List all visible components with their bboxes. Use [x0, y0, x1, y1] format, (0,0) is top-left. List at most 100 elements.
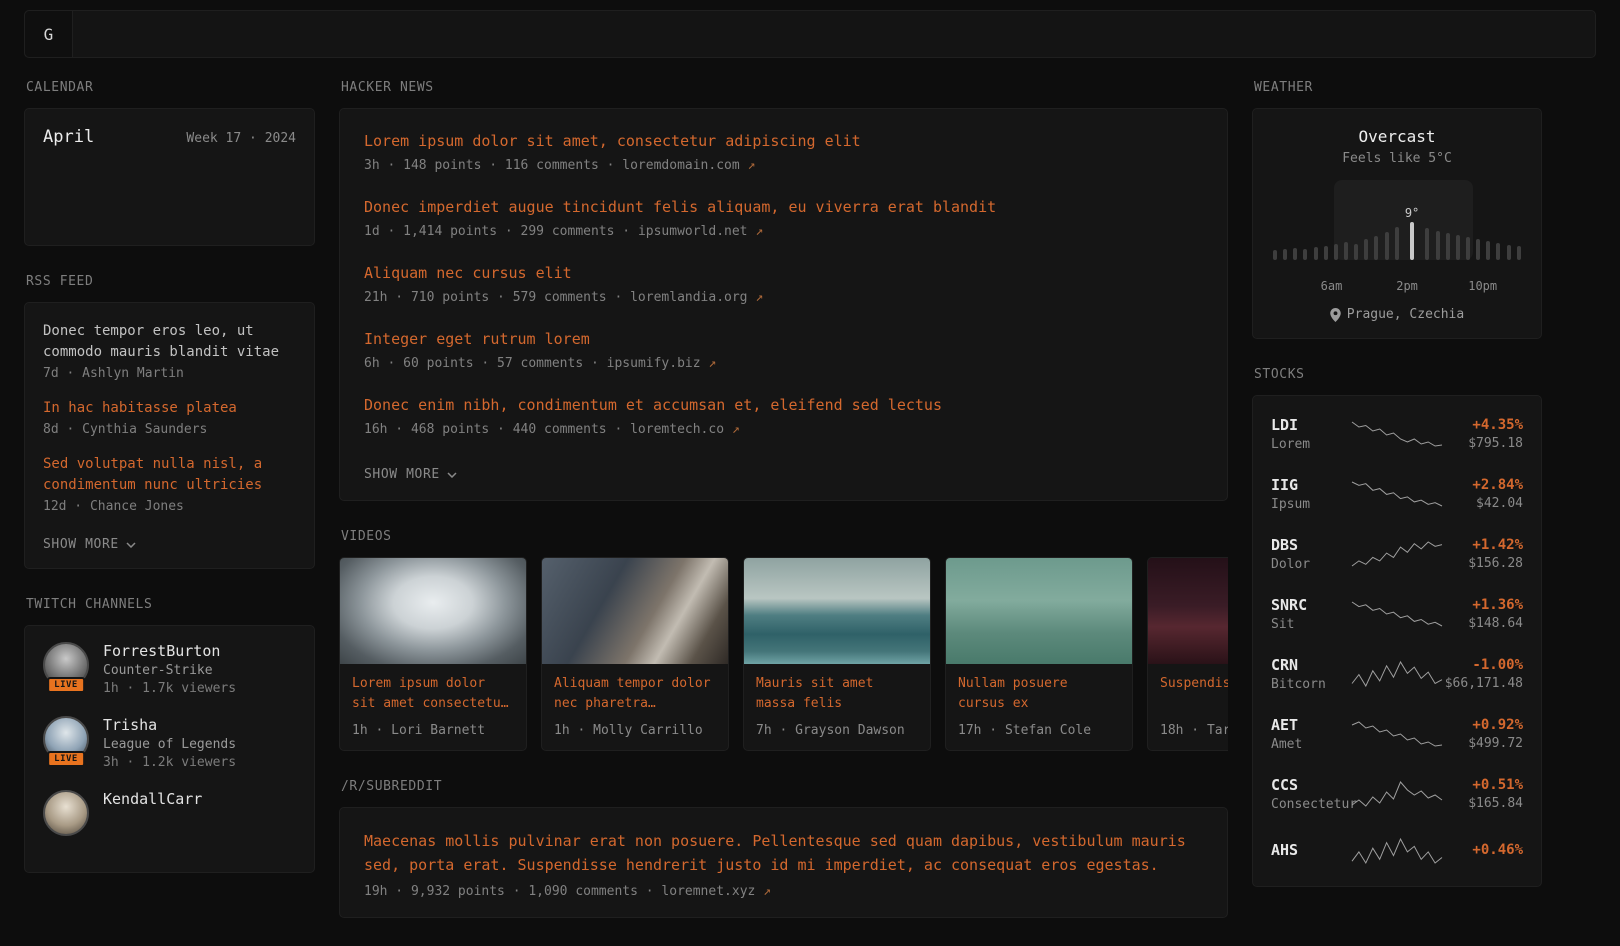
weekday-label	[115, 163, 151, 175]
video-thumbnail[interactable]	[744, 558, 930, 664]
stock-sparkline	[1349, 479, 1445, 509]
hackernews-item-title[interactable]: Donec imperdiet augue tincidunt felis al…	[364, 197, 1203, 218]
section-title-hackernews: HACKER NEWS	[341, 80, 1228, 95]
video-card[interactable]: Nullam posuere cursus ex 17h · Stefan Co…	[945, 557, 1133, 751]
weather-hour-bar	[1456, 219, 1460, 260]
rss-item-title[interactable]: Sed volutpat nulla nisl, a condimentum n…	[43, 454, 296, 496]
stock-sparkline	[1349, 599, 1445, 629]
calendar-day	[227, 175, 257, 189]
hackernews-item-meta: 3h · 148 points · 116 comments · loremdo…	[364, 158, 1203, 173]
calendar-day	[154, 215, 184, 229]
hackernews-item: Donec enim nibh, condimentum et accumsan…	[364, 395, 1203, 437]
video-title[interactable]: Lorem ipsum dolor sit amet consectetu…	[352, 674, 514, 714]
stock-price: $66,171.48	[1445, 676, 1523, 691]
right-column: WEATHER Overcast Feels like 5°C	[1252, 80, 1542, 915]
stock-symbol: CRN	[1271, 656, 1349, 674]
stock-change: +1.36%	[1445, 597, 1523, 613]
hackernews-item-source[interactable]: loremtech.co	[630, 422, 724, 437]
nav-tab[interactable]	[123, 11, 127, 57]
twitch-channel-row[interactable]: LIVE Trisha League of Legends 3h · 1.2k …	[43, 716, 296, 770]
subreddit-item: Maecenas mollis pulvinar erat non posuer…	[364, 830, 1203, 899]
hackernews-section: HACKER NEWS Lorem ipsum dolor sit amet, …	[339, 80, 1228, 501]
video-card[interactable]: Suspendisse diam 18h · Tara	[1147, 557, 1228, 751]
video-meta: 7h · Grayson Dawson	[756, 723, 918, 738]
stock-symbol: DBS	[1271, 536, 1349, 554]
hackernews-show-more-button[interactable]: SHOW MORE	[364, 467, 457, 482]
video-thumbnail[interactable]	[340, 558, 526, 664]
hackernews-item-source[interactable]: ipsumify.biz	[607, 356, 701, 371]
stock-sparkline	[1349, 836, 1445, 866]
video-title[interactable]: Aliquam tempor dolor nec pharetra…	[554, 674, 716, 714]
stock-symbol: SNRC	[1271, 596, 1349, 614]
live-badge: LIVE	[47, 677, 85, 693]
top-nav: G	[24, 10, 1596, 58]
stock-change: +1.42%	[1445, 537, 1523, 553]
rss-item-title[interactable]: In hac habitasse platea	[43, 398, 296, 419]
video-title[interactable]: Nullam posuere cursus ex	[958, 674, 1120, 714]
twitch-channel-row[interactable]: LIVE KendallCarr	[43, 790, 296, 836]
left-column: CALENDAR April Week 17 · 2024 RSS FEED	[24, 80, 315, 901]
stock-change: +0.92%	[1445, 717, 1523, 733]
external-link-icon: ↗	[755, 290, 763, 305]
rss-item-title[interactable]: Donec tempor eros leo, ut commodo mauris…	[43, 321, 296, 363]
calendar-weekday-row	[43, 163, 296, 175]
weather-hour-bar	[1476, 223, 1480, 260]
external-link-icon: ↗	[748, 158, 756, 173]
avatar: LIVE	[43, 716, 89, 762]
video-thumbnail[interactable]	[946, 558, 1132, 664]
weather-hour-bar	[1354, 228, 1358, 260]
video-card[interactable]: Aliquam tempor dolor nec pharetra… 1h · …	[541, 557, 729, 751]
nav-tab[interactable]	[151, 11, 155, 57]
hackernews-item: Aliquam nec cursus elit 21h · 710 points…	[364, 263, 1203, 305]
subreddit-item-source[interactable]: loremnet.xyz	[661, 884, 755, 899]
nav-tab[interactable]	[95, 11, 99, 57]
hackernews-item: Lorem ipsum dolor sit amet, consectetur …	[364, 131, 1203, 173]
calendar-month: April	[43, 127, 94, 147]
weather-hour-bar: 9°	[1405, 206, 1419, 260]
hackernews-item-title[interactable]: Donec enim nibh, condimentum et accumsan…	[364, 395, 1203, 416]
video-title[interactable]: Mauris sit amet massa felis	[756, 674, 918, 714]
weather-hour-bar	[1466, 221, 1470, 260]
nav-tab[interactable]	[179, 11, 183, 57]
stock-change: +0.51%	[1445, 777, 1523, 793]
hackernews-item-title[interactable]: Integer eget rutrum lorem	[364, 329, 1203, 350]
calendar-day	[82, 215, 112, 229]
rss-show-more-button[interactable]: SHOW MORE	[43, 537, 136, 552]
stock-symbol: AHS	[1271, 841, 1349, 859]
rss-item: In hac habitasse platea 8d · Cynthia Sau…	[43, 398, 296, 437]
calendar-day	[154, 175, 184, 189]
hackernews-item-source[interactable]: ipsumworld.net	[638, 224, 748, 239]
video-card[interactable]: Lorem ipsum dolor sit amet consectetu… 1…	[339, 557, 527, 751]
stock-name: Amet	[1271, 737, 1349, 752]
rss-card: Donec tempor eros leo, ut commodo mauris…	[24, 302, 315, 569]
twitch-channel-meta: 3h · 1.2k viewers	[103, 755, 236, 770]
weekday-label	[151, 163, 187, 175]
twitch-channel-name: KendallCarr	[103, 790, 202, 808]
video-title[interactable]: Suspendisse diam	[1160, 674, 1228, 714]
twitch-channel-name: Trisha	[103, 716, 236, 734]
hackernews-item-source[interactable]: loremdomain.com	[622, 158, 739, 173]
calendar-day	[82, 195, 112, 209]
weather-time-axis: 6am 2pm 10pm	[1271, 279, 1523, 294]
time-label: 6am	[1321, 279, 1343, 293]
stock-price: $42.04	[1445, 496, 1523, 511]
weather-hour-bar	[1486, 225, 1490, 260]
weather-hour-bar	[1517, 230, 1521, 260]
hackernews-item: Integer eget rutrum lorem 6h · 60 points…	[364, 329, 1203, 371]
hackernews-item-title[interactable]: Lorem ipsum dolor sit amet, consectetur …	[364, 131, 1203, 152]
video-thumbnail[interactable]	[542, 558, 728, 664]
video-card[interactable]: Mauris sit amet massa felis 7h · Grayson…	[743, 557, 931, 751]
subreddit-card: Maecenas mollis pulvinar erat non posuer…	[339, 807, 1228, 918]
weather-section: WEATHER Overcast Feels like 5°C	[1252, 80, 1542, 339]
calendar-day	[46, 195, 76, 209]
weather-hour-bar	[1496, 227, 1500, 260]
twitch-channel-row[interactable]: LIVE ForrestBurton Counter-Strike 1h · 1…	[43, 642, 296, 696]
hackernews-item-title[interactable]: Aliquam nec cursus elit	[364, 263, 1203, 284]
video-thumbnail[interactable]	[1148, 558, 1228, 664]
external-link-icon: ↗	[763, 884, 771, 899]
stock-symbol: AET	[1271, 716, 1349, 734]
stock-sparkline	[1349, 719, 1445, 749]
chevron-down-icon	[447, 472, 457, 478]
hackernews-item-source[interactable]: loremlandia.org	[630, 290, 747, 305]
subreddit-item-title[interactable]: Maecenas mollis pulvinar erat non posuer…	[364, 830, 1203, 877]
